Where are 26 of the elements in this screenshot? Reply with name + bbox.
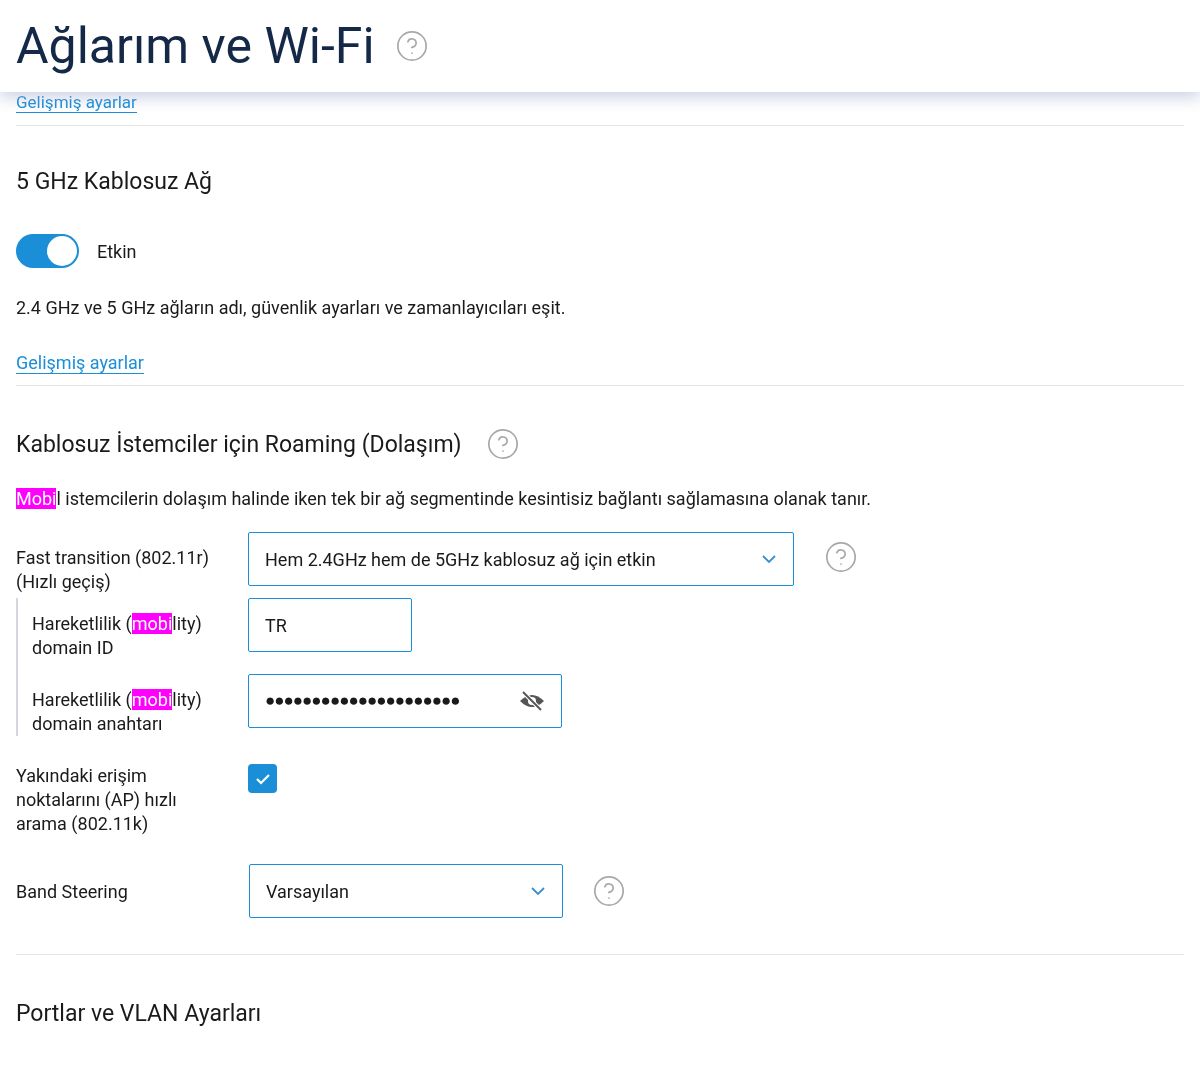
description-text: Mobil istemcilerin dolaşım halinde iken tek bir ağ segmentinde kesintisiz bağlantı sağlamasına olanak tanır. (16, 487, 873, 511)
toggle-switch[interactable] (16, 234, 79, 268)
section-title: Portlar ve VLAN Ayarları (16, 1002, 263, 1025)
note-text: 2.4 GHz ve 5 GHz ağların adı, güvenlik ayarları ve zamanlayıcıları eşit. (16, 296, 567, 320)
chevron-down-icon (761, 554, 777, 564)
help-icon[interactable] (485, 427, 520, 461)
dropdown[interactable]: Varsayılan (249, 864, 563, 918)
field-label: Band Steering (16, 879, 129, 904)
field-label: Yakındaki erişim noktalarını (AP) hızlı arama (802.11k) (16, 764, 178, 836)
password-field[interactable]: ●●●●●●●●●●●●●●●●●●●●● (248, 674, 562, 728)
help-icon[interactable] (592, 874, 626, 908)
toggle-label: Etkin (97, 239, 137, 264)
text-field[interactable]: TR (248, 598, 412, 652)
section-title: 5 GHz Kablosuz Ağ (16, 170, 213, 193)
section-title: Kablosuz İstemciler için Roaming (Dolaşım) (16, 432, 462, 456)
field-label: Fast transition (802.11r) (Hızlı geçiş) (16, 546, 210, 594)
help-icon[interactable] (394, 29, 429, 63)
check-icon (254, 772, 271, 785)
checkbox[interactable] (248, 764, 277, 793)
field-label: Hareketlilik (mobility) domain anahtarı (31, 688, 203, 736)
chevron-down-icon (530, 886, 546, 896)
help-icon[interactable] (824, 540, 858, 574)
eye-off-icon[interactable] (519, 690, 545, 712)
field-label: Hareketlilik (mobility) domain ID (31, 612, 203, 660)
dropdown[interactable]: Hem 2.4GHz hem de 5GHz kablosuz ağ için etkin (248, 532, 794, 586)
advanced-settings-link[interactable]: Gelişmiş ayarlar (16, 352, 144, 374)
